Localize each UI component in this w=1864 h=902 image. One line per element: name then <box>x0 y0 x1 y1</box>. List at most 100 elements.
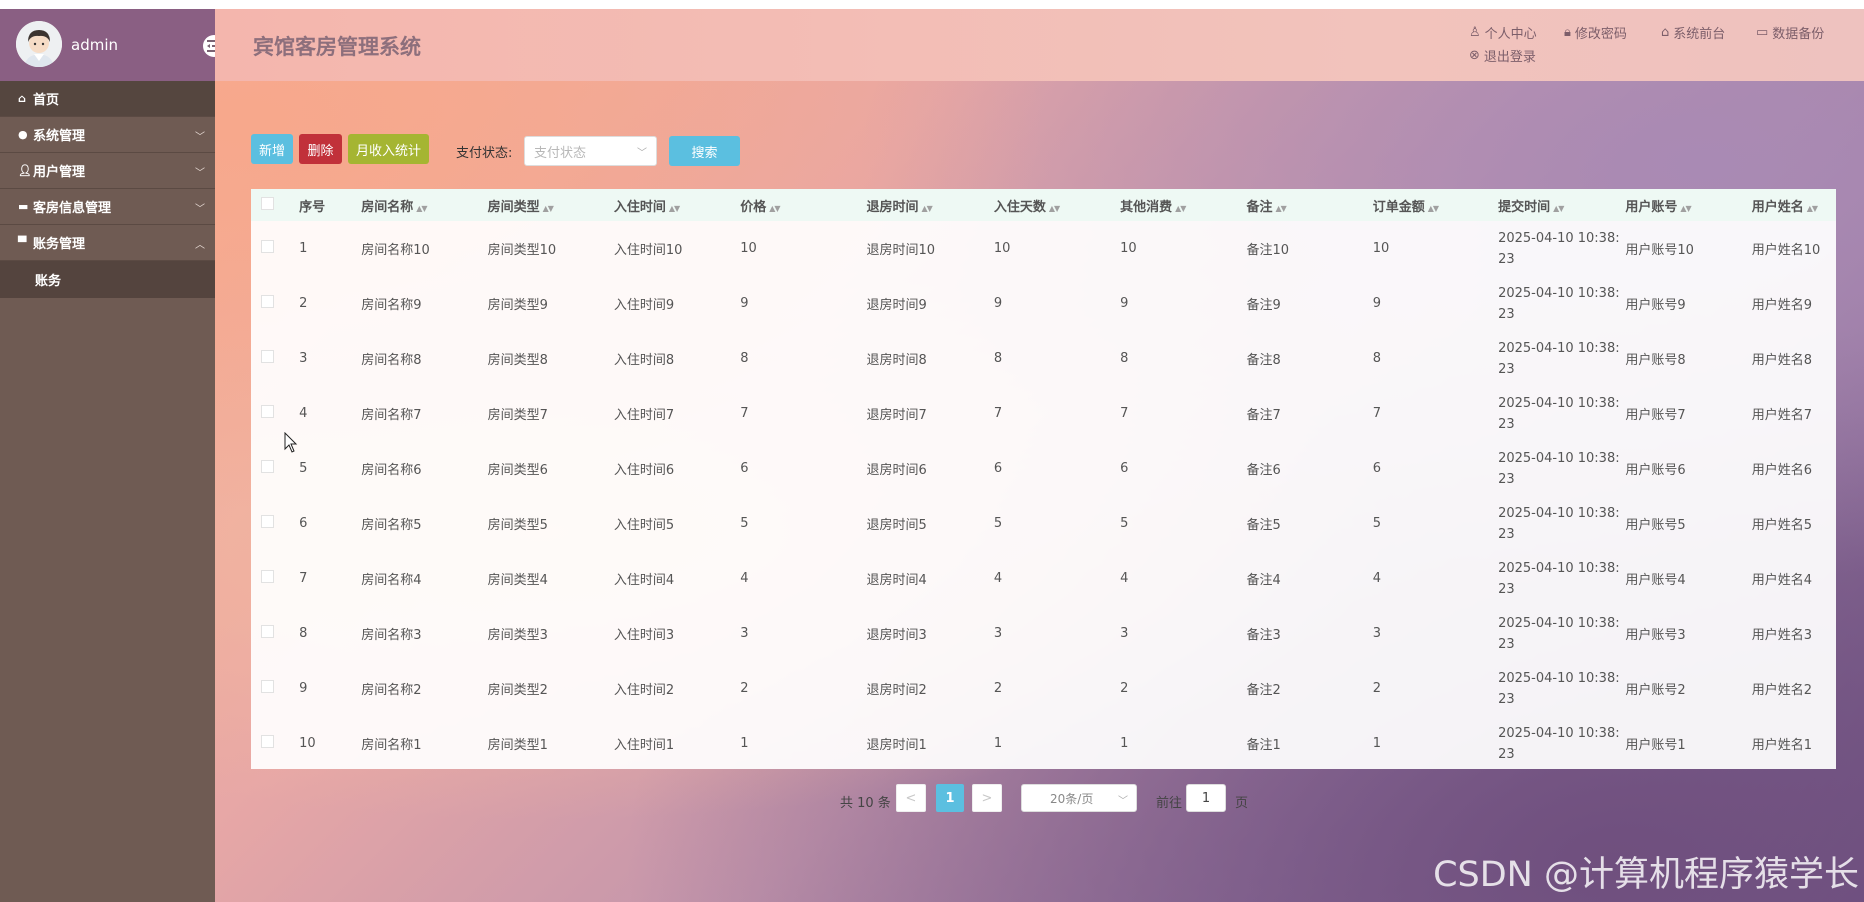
column-header[interactable]: 入住天数 ▲▼ <box>994 189 1120 221</box>
table-row[interactable]: 6 房间名称5 房间类型5 入住时间5 5 退房时间5 5 5 备注5 5 2025-04-10 1… <box>251 496 1836 551</box>
column-header[interactable]: 订单金额 ▲▼ <box>1373 189 1498 221</box>
table-row[interactable]: 2 房间名称9 房间类型9 入住时间9 9 退房时间9 9 9 备注9 9 2025-04-10 1… <box>251 276 1836 331</box>
cell-price: 2 <box>740 681 749 696</box>
cell-checkin: 入住时间1 <box>613 738 675 753</box>
row-checkbox[interactable] <box>261 570 274 583</box>
table-row[interactable]: 1 房间名称10 房间类型10 入住时间10 10 退房时间10 10 10 备注10 10 202… <box>251 221 1836 276</box>
cell-type: 房间类型3 <box>487 628 548 643</box>
cell-note: 备注5 <box>1246 518 1281 533</box>
sort-icon[interactable]: ▲▼ <box>769 204 780 213</box>
table-row[interactable]: 10 房间名称1 房间类型1 入住时间1 1 退房时间1 1 1 备注1 1 2025-04-10 … <box>251 716 1836 771</box>
sort-icon[interactable]: ▲▼ <box>1680 204 1691 213</box>
pay-status-select[interactable]: 支付状态 ﹀ <box>524 136 657 166</box>
column-label: 入住天数 <box>993 199 1046 215</box>
sort-icon[interactable]: ▲▼ <box>1275 204 1286 213</box>
sort-icon[interactable]: ▲▼ <box>1428 204 1439 213</box>
time-line-2: 23 <box>1498 636 1515 652</box>
sidebar-item-rooms[interactable]: ▬ 客房信息管理 ﹀ <box>0 189 215 225</box>
goto-page-input[interactable]: 1 <box>1186 784 1226 812</box>
time-line-2: 23 <box>1498 416 1515 432</box>
sort-icon[interactable]: ▲▼ <box>669 204 680 213</box>
row-checkbox[interactable] <box>261 240 274 253</box>
cell-price: 10 <box>740 241 757 256</box>
home-icon: ⌂ <box>1661 25 1670 40</box>
monthly-income-button[interactable]: 月收入统计 <box>348 134 429 164</box>
column-label: 房间名称 <box>361 199 414 215</box>
column-header: 序号 <box>299 189 361 221</box>
table-row[interactable]: 3 房间名称8 房间类型8 入住时间8 8 退房时间8 8 8 备注8 8 2025-04-10 1… <box>251 331 1836 386</box>
column-header[interactable]: 房间类型 ▲▼ <box>488 189 614 221</box>
logout-link[interactable]: ⊗ 退出登录 <box>1469 46 1536 65</box>
sidebar-item-label: 首页 <box>33 93 60 108</box>
sort-icon[interactable]: ▲▼ <box>1175 204 1186 213</box>
change-password-link[interactable]: 🔒︎ 修改密码 <box>1564 23 1627 42</box>
cell-amount: 4 <box>1372 571 1382 586</box>
column-header[interactable]: 备注 ▲▼ <box>1246 189 1372 221</box>
table-row[interactable]: 9 房间名称2 房间类型2 入住时间2 2 退房时间2 2 2 备注2 2 2025-04-10 1… <box>251 661 1836 716</box>
column-header[interactable]: 用户账号 ▲▼ <box>1625 189 1751 221</box>
column-header[interactable]: 提交时间 ▲▼ <box>1498 189 1625 221</box>
table-row[interactable]: 7 房间名称4 房间类型4 入住时间4 4 退房时间4 4 4 备注4 4 2025-04-10 1… <box>251 551 1836 606</box>
table-row[interactable]: 5 房间名称6 房间类型6 入住时间6 6 退房时间6 6 6 备注6 6 2025-04-10 1… <box>251 441 1836 496</box>
column-label: 其他消费 <box>1120 199 1173 215</box>
sidebar-item-users[interactable]: 👤︎ 用户管理 ﹀ <box>0 153 215 189</box>
page-size-select[interactable]: 20条/页 ﹀ <box>1021 784 1137 812</box>
cell-checkout: 退房时间10 <box>866 243 936 258</box>
row-checkbox[interactable] <box>261 735 274 748</box>
backup-link[interactable]: ▭ 数据备份 <box>1756 23 1824 42</box>
sort-icon[interactable]: ▲▼ <box>416 204 427 213</box>
delete-button[interactable]: 删除 <box>299 134 342 164</box>
row-checkbox[interactable] <box>261 295 274 308</box>
frontend-link[interactable]: ⌂ 系统前台 <box>1661 23 1725 42</box>
sort-icon[interactable]: ▲▼ <box>1807 204 1818 213</box>
table-row[interactable]: 4 房间名称7 房间类型7 入住时间7 7 退房时间7 7 7 备注7 7 2025-04-10 1… <box>251 386 1836 441</box>
row-checkbox[interactable] <box>261 350 274 363</box>
avatar[interactable] <box>16 21 62 67</box>
folder-icon: ▭ <box>1756 25 1769 40</box>
cell-account: 用户账号9 <box>1625 298 1686 313</box>
sidebar-item-home[interactable]: ⌂ 首页 <box>0 81 215 117</box>
cell-note: 备注8 <box>1246 353 1281 368</box>
sort-icon[interactable]: ▲▼ <box>922 204 933 213</box>
next-page-button[interactable]: > <box>972 784 1002 812</box>
cell-account: 用户账号5 <box>1625 518 1686 533</box>
search-button[interactable]: 搜索 <box>669 136 740 166</box>
column-header[interactable]: 入住时间 ▲▼ <box>614 189 740 221</box>
row-checkbox[interactable] <box>261 680 274 693</box>
column-header[interactable]: 其他消费 ▲▼ <box>1120 189 1246 221</box>
cell-note: 备注6 <box>1246 463 1281 478</box>
cell-note: 备注4 <box>1246 573 1281 588</box>
lock-icon: 🔒︎ <box>1564 25 1571 40</box>
cell-checkin: 入住时间5 <box>613 518 675 533</box>
select-all-checkbox[interactable] <box>261 196 274 210</box>
cell-type: 房间类型7 <box>487 408 548 423</box>
sort-icon[interactable]: ▲▼ <box>1049 204 1060 213</box>
cell-amount: 5 <box>1372 516 1382 531</box>
column-header[interactable]: 房间名称 ▲▼ <box>361 189 487 221</box>
sidebar-subitem-accounts[interactable]: 账务 <box>0 261 215 298</box>
cell-account: 用户账号10 <box>1625 243 1694 258</box>
row-checkbox[interactable] <box>261 405 274 418</box>
row-checkbox[interactable] <box>261 625 274 638</box>
app-title: 宾馆客房管理系统 <box>253 35 421 59</box>
sidebar-item-system[interactable]: ● 系统管理 ﹀ <box>0 117 215 153</box>
prev-page-button[interactable]: < <box>896 784 926 812</box>
sidebar-item-accounts[interactable]: ▀ 账务管理 ︿ <box>0 225 215 261</box>
cell-room: 房间名称8 <box>361 353 422 368</box>
current-page-button[interactable]: 1 <box>936 784 964 812</box>
profile-link[interactable]: ♙ 个人中心 <box>1469 23 1537 42</box>
cell-checkout: 退房时间5 <box>866 518 927 533</box>
time-line-1: 2025-04-10 10:38: <box>1498 725 1620 741</box>
table-row[interactable]: 8 房间名称3 房间类型3 入住时间3 3 退房时间3 3 3 备注3 3 2025-04-10 1… <box>251 606 1836 661</box>
row-checkbox[interactable] <box>261 515 274 528</box>
sort-icon[interactable]: ▲▼ <box>543 204 554 213</box>
add-button[interactable]: 新增 <box>251 134 293 164</box>
cell-type: 房间类型8 <box>487 353 548 368</box>
column-header[interactable]: 价格 ▲▼ <box>740 189 866 221</box>
cell-price: 6 <box>740 461 749 476</box>
column-header[interactable]: 用户姓名 ▲▼ <box>1752 189 1836 221</box>
column-header[interactable]: 退房时间 ▲▼ <box>867 189 994 221</box>
row-checkbox[interactable] <box>261 460 274 473</box>
sort-icon[interactable]: ▲▼ <box>1553 204 1564 213</box>
cell-note: 备注7 <box>1246 408 1281 423</box>
